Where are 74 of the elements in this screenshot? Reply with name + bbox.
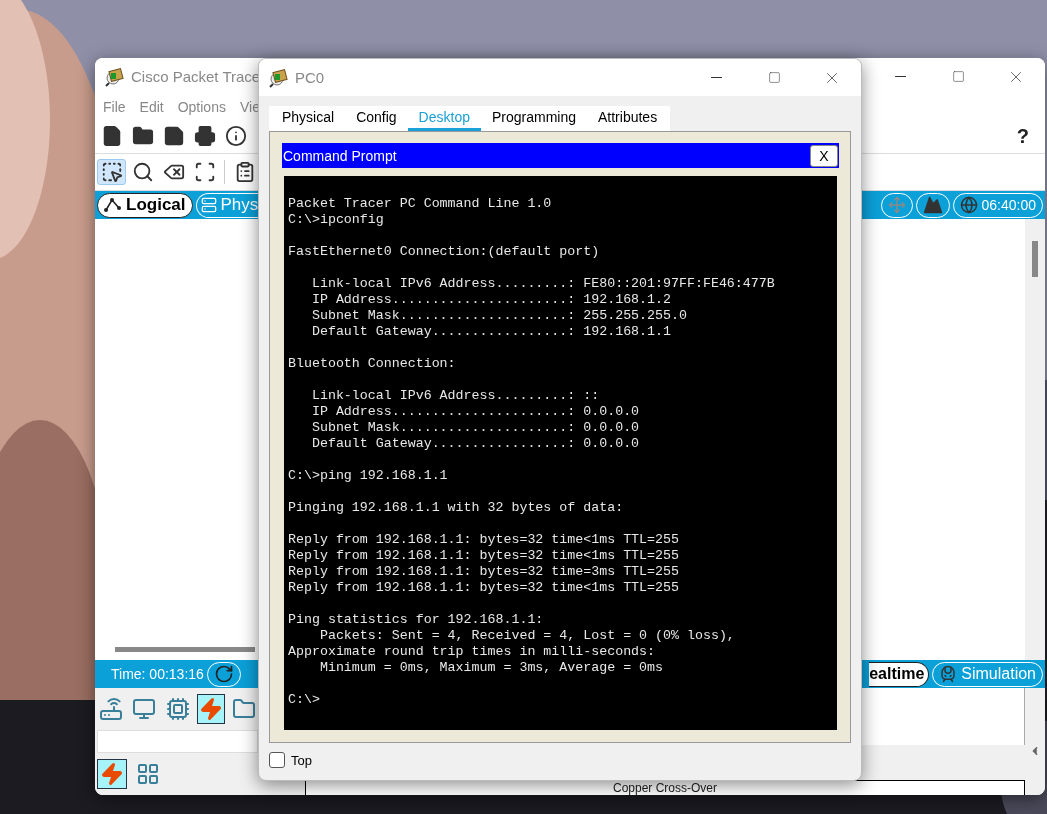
info-icon (224, 125, 247, 147)
minus-icon (710, 77, 722, 78)
workspace-tab[interactable]: Logical (97, 192, 193, 218)
window-title: PC0 (295, 69, 325, 86)
app-title: Command Prompt (283, 147, 397, 164)
circuit-board-icon (165, 697, 190, 721)
terminal-line: Reply from 192.168.1.1: bytes=32 time<1ms TTL=255 (288, 580, 680, 596)
rack-icon (200, 197, 217, 213)
resize-icon (193, 161, 216, 183)
search-icon (131, 161, 154, 183)
terminal-line: Reply from 192.168.1.1: bytes=32 time<1ms TTL=255 (288, 532, 680, 548)
menu-item[interactable]: Edit (139, 99, 164, 115)
terminal-line: Default Gateway.................: 192.168.1.1 (310, 324, 672, 340)
terminal-line: Bluetooth Connection: (288, 356, 457, 372)
move-icon (887, 196, 906, 214)
terminal-line: Pinging 192.168.1.1 with 32 bytes of data: (288, 500, 625, 516)
app-logo-icon (269, 67, 289, 88)
help-button[interactable]: ? (1016, 124, 1029, 148)
cable-type-label: Copper Cross-Over (613, 782, 717, 795)
simulation-time: Time: 00:13:16 (111, 666, 204, 682)
minus-icon (894, 76, 906, 77)
terminal-line: C:\> (288, 692, 321, 708)
checkbox[interactable] (269, 752, 285, 768)
terminal-line: Link-local IPv6 Address.........: :: (310, 388, 601, 404)
terminal-line: Subnet Mask.....................: 0.0.0.0 (310, 420, 641, 436)
printer-icon (193, 125, 216, 147)
terminal-line: Ping statistics for 192.168.1.1: (288, 612, 545, 628)
terminal-line: FastEthernet0 Connection:(default port) (288, 244, 601, 260)
window-title: Cisco Packet Trace (131, 68, 261, 85)
computer-icon (132, 697, 157, 721)
terminal-line: C:\>ping 192.168.1.1 (288, 468, 449, 484)
terminal[interactable] (284, 176, 837, 730)
checkbox-label: Top (291, 752, 312, 768)
tab[interactable]: Attributes (587, 106, 669, 131)
scrollbar-thumb[interactable] (115, 647, 255, 652)
mountain-icon (922, 195, 943, 215)
app-logo-icon (105, 66, 125, 87)
terminal-line: C:\>ipconfig (288, 212, 385, 228)
lightning-icon (100, 762, 124, 786)
train-icon (939, 665, 958, 683)
terminal-line: Reply from 192.168.1.1: bytes=32 time<1ms TTL=255 (288, 548, 680, 564)
close-button[interactable]: X (810, 144, 838, 167)
terminal-line: Link-local IPv6 Address.........: FE80::201:97FF:FE46:477B (310, 276, 776, 292)
grid-icon (136, 762, 160, 786)
terminal-line: Default Gateway.................: 0.0.0.0 (310, 436, 641, 452)
rotate-icon (213, 664, 234, 684)
square-icon (951, 70, 965, 83)
terminal-line: Packet Tracer PC Command Line 1.0 (288, 196, 553, 212)
mode-tab[interactable]: ealtime (869, 661, 930, 687)
network-icon (104, 197, 122, 213)
device-category-button[interactable] (197, 694, 225, 724)
tab[interactable]: Programming (480, 106, 587, 131)
globe-icon (959, 196, 978, 214)
folder-icon (232, 697, 257, 721)
scrollbar-thumb[interactable] (1032, 241, 1038, 277)
folder-icon (131, 125, 154, 147)
terminal-line: Packets: Sent = 4, Received = 4, Lost = 0 (0% loss), (318, 628, 736, 644)
terminal-line: Approximate round trip times in milli-seconds: (288, 644, 657, 660)
terminal-line: IP Address......................: 0.0.0.0 (310, 404, 641, 420)
terminal-line: IP Address......................: 192.168.1.2 (310, 292, 672, 308)
menu-item[interactable]: Options (177, 99, 226, 115)
tool-button[interactable] (97, 159, 126, 185)
terminal-line: Reply from 192.168.1.1: bytes=32 time=3ms TTL=255 (288, 564, 680, 580)
terminal-line: Minimum = 0ms, Maximum = 3ms, Average = 0ms (318, 660, 665, 676)
lightning-icon (198, 697, 223, 721)
connection-type-button[interactable] (97, 759, 127, 789)
router-icon (98, 697, 123, 721)
tab[interactable]: Config (345, 106, 408, 131)
select-icon (100, 161, 123, 183)
tab[interactable]: Physical (271, 106, 346, 131)
terminal-line: Subnet Mask.....................: 255.255.255.0 (310, 308, 688, 324)
square-icon (767, 71, 781, 84)
menu-item[interactable]: File (103, 99, 126, 115)
save-icon (162, 125, 185, 147)
